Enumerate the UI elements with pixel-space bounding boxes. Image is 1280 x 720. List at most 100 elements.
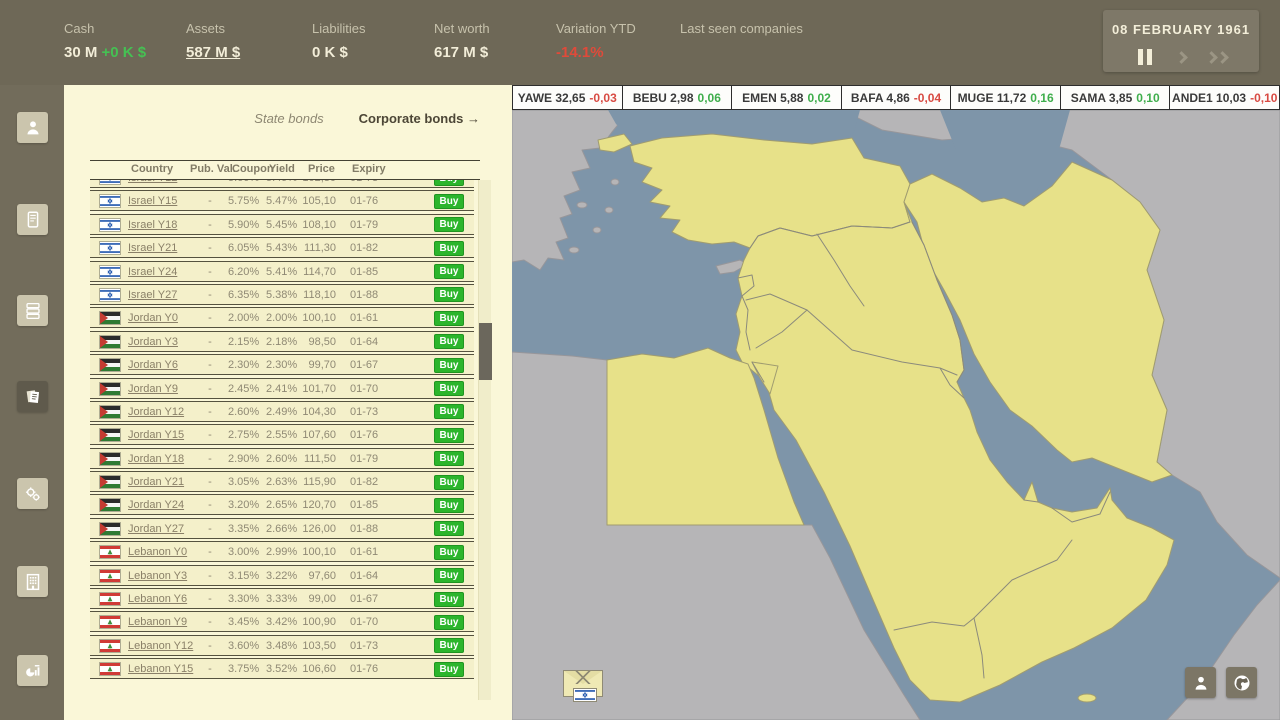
tab-state-bonds[interactable]: State bonds — [234, 111, 344, 126]
buy-button[interactable]: Buy — [434, 180, 464, 186]
ticker-yawe[interactable]: YAWE 32,65 -0,03 — [512, 86, 623, 109]
bond-name-link[interactable]: Jordan Y15 — [128, 429, 184, 441]
bond-name-link[interactable]: Israel Y21 — [128, 242, 177, 254]
tab-corporate-bonds[interactable]: Corporate bonds → — [359, 111, 480, 126]
bond-name-link[interactable]: Jordan Y24 — [128, 499, 184, 511]
buy-button[interactable]: Buy — [434, 193, 464, 209]
sidebar-item-gears-icon[interactable] — [17, 478, 48, 509]
world-map[interactable] — [512, 110, 1280, 720]
mail-notification[interactable] — [563, 670, 613, 706]
buy-button[interactable]: Buy — [434, 334, 464, 350]
ticker-muge[interactable]: MUGE 11,72 0,16 — [951, 86, 1061, 109]
sidebar-item-person-icon[interactable] — [17, 112, 48, 143]
bond-name-link[interactable]: Israel Y12 — [128, 180, 177, 184]
bond-expiry: 01-82 — [350, 242, 379, 255]
table-scrollbar[interactable] — [478, 180, 492, 700]
bond-price: 101,70 — [302, 382, 336, 395]
play-button[interactable] — [1169, 47, 1193, 67]
bonds-panel: State bonds Corporate bonds → Country Pu… — [64, 85, 512, 720]
bond-name-link[interactable]: Jordan Y27 — [128, 523, 184, 535]
sidebar-item-tablet-icon[interactable] — [17, 204, 48, 235]
bond-name-link[interactable]: Jordan Y6 — [128, 359, 178, 371]
jordan-flag-icon — [100, 405, 120, 418]
sidebar-item-building-icon[interactable] — [17, 566, 48, 597]
buy-button[interactable]: Buy — [434, 217, 464, 233]
buy-button[interactable]: Buy — [434, 497, 464, 513]
bond-yield: 3.22% — [266, 569, 298, 582]
bond-row-jordan-y21: Jordan Y21 - 3.05% 2.63% 115,90 01-82 Bu… — [90, 471, 474, 493]
buy-button[interactable]: Buy — [434, 287, 464, 303]
bond-row-lebanon-y0: Lebanon Y0 - 3.00% 2.99% 100,10 01-61 Bu… — [90, 541, 474, 563]
building-icon — [26, 573, 39, 590]
bond-name-link[interactable]: Lebanon Y0 — [128, 546, 187, 558]
bond-expiry: 01-73 — [350, 180, 386, 184]
bond-name-link[interactable]: Jordan Y3 — [128, 336, 178, 348]
bond-yield: 2.41% — [266, 382, 298, 395]
bond-name-link[interactable]: Lebanon Y3 — [128, 570, 187, 582]
bond-name-link[interactable]: Jordan Y18 — [128, 453, 184, 465]
ticker-bebu[interactable]: BEBU 2,98 0,06 — [623, 86, 733, 109]
bond-expiry: 01-70 — [350, 616, 379, 629]
bond-price: 111,50 — [303, 452, 336, 465]
fast-forward-button[interactable] — [1205, 47, 1229, 67]
buy-button[interactable]: Buy — [434, 568, 464, 584]
sidebar-item-stats-icon[interactable] — [17, 655, 48, 686]
scrollbar-thumb[interactable] — [479, 323, 492, 380]
bond-price: 99,00 — [308, 593, 336, 606]
ticker-bafa[interactable]: BAFA 4,86 -0,04 — [842, 86, 952, 109]
bond-pub-val: - — [208, 546, 212, 559]
bond-name-link[interactable]: Lebanon Y12 — [128, 640, 193, 652]
bond-row-israel-y24: Israel Y24 - 6.20% 5.41% 114,70 01-85 Bu… — [90, 260, 474, 282]
bond-price: 115,90 — [303, 476, 336, 489]
person-map-button[interactable] — [1185, 667, 1216, 698]
ticker-emen[interactable]: EMEN 5,88 0,02 — [732, 86, 842, 109]
bond-pub-val: - — [208, 569, 212, 582]
buy-button[interactable]: Buy — [434, 661, 464, 677]
buy-button[interactable]: Buy — [434, 427, 464, 443]
bond-name-link[interactable]: Jordan Y12 — [128, 406, 184, 418]
bond-price: 118,10 — [303, 288, 336, 301]
bond-expiry: 01-85 — [350, 499, 379, 512]
bond-name-link[interactable]: Jordan Y21 — [128, 476, 184, 488]
bond-yield: 2.63% — [266, 476, 298, 489]
buy-button[interactable]: Buy — [434, 381, 464, 397]
buy-button[interactable]: Buy — [434, 404, 464, 420]
bond-yield: 2.99% — [266, 546, 298, 559]
bond-name-link[interactable]: Lebanon Y9 — [128, 616, 187, 628]
bond-name-link[interactable]: Jordan Y9 — [128, 383, 178, 395]
bond-name-link[interactable]: Israel Y15 — [128, 195, 177, 207]
bond-name-link[interactable]: Israel Y24 — [128, 266, 177, 278]
buy-button[interactable]: Buy — [434, 240, 464, 256]
bond-pub-val: - — [208, 288, 212, 301]
bond-name-link[interactable]: Lebanon Y15 — [128, 663, 193, 675]
map-island — [610, 178, 620, 186]
sidebar-item-list-icon[interactable] — [17, 295, 48, 326]
bond-name-link[interactable]: Jordan Y0 — [128, 312, 178, 324]
sidebar-nav — [0, 85, 64, 720]
bond-name-link[interactable]: Israel Y18 — [128, 219, 177, 231]
bond-name-link[interactable]: Lebanon Y6 — [128, 593, 187, 605]
sidebar-item-papers-icon[interactable] — [17, 381, 48, 412]
pause-button[interactable] — [1133, 47, 1157, 67]
buy-button[interactable]: Buy — [434, 638, 464, 654]
buy-button[interactable]: Buy — [434, 357, 464, 373]
buy-button[interactable]: Buy — [434, 521, 464, 537]
ticker-sama[interactable]: SAMA 3,85 0,10 — [1061, 86, 1171, 109]
person-icon — [27, 120, 38, 134]
buy-button[interactable]: Buy — [434, 591, 464, 607]
ticker-ande1[interactable]: ANDE1 10,03 -0,10 — [1170, 86, 1280, 109]
buy-button[interactable]: Buy — [434, 474, 464, 490]
buy-button[interactable]: Buy — [434, 544, 464, 560]
map-island — [592, 226, 602, 234]
bond-expiry: 01-61 — [350, 312, 379, 325]
bond-name-link[interactable]: Israel Y27 — [128, 289, 177, 301]
bond-row-israel-y27: Israel Y27 - 6.35% 5.38% 118,10 01-88 Bu… — [90, 283, 474, 305]
globe-map-button[interactable] — [1226, 667, 1257, 698]
map-island-socotra[interactable] — [1077, 693, 1097, 703]
buy-button[interactable]: Buy — [434, 264, 464, 280]
buy-button[interactable]: Buy — [434, 310, 464, 326]
bond-pub-val: - — [208, 405, 212, 418]
buy-button[interactable]: Buy — [434, 614, 464, 630]
buy-button[interactable]: Buy — [434, 451, 464, 467]
bond-yield: 2.00% — [266, 312, 298, 325]
